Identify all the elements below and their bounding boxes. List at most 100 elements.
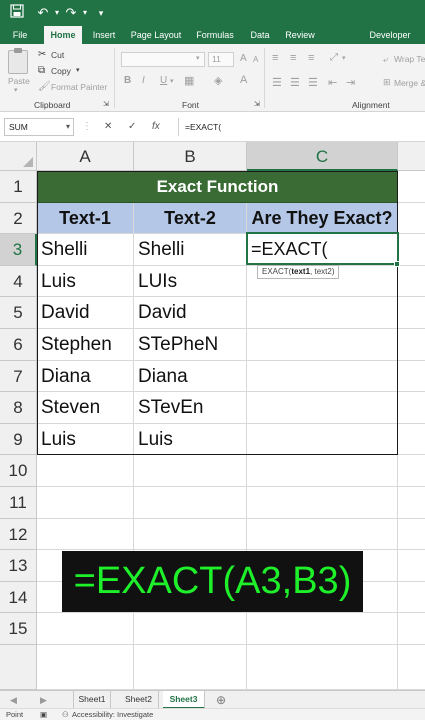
- tab-home[interactable]: Home: [44, 26, 82, 44]
- merge-center-button[interactable]: Merge &: [394, 78, 425, 88]
- font-size-box[interactable]: 11: [208, 52, 234, 67]
- row-header[interactable]: 5: [0, 297, 37, 329]
- cell-c6[interactable]: [247, 329, 398, 361]
- row-header[interactable]: 9: [0, 423, 37, 456]
- cell-a3[interactable]: Shelli: [37, 234, 134, 266]
- align-right-icon[interactable]: ☰: [308, 76, 318, 89]
- customize-toolbar-icon[interactable]: ▾: [92, 4, 110, 22]
- cell[interactable]: [398, 582, 425, 614]
- cell-a5[interactable]: David: [37, 297, 134, 329]
- cell[interactable]: [398, 234, 425, 266]
- cell-a6[interactable]: Stephen: [37, 329, 134, 361]
- cell-c9[interactable]: [247, 423, 398, 456]
- align-left-icon[interactable]: ☰: [272, 76, 282, 89]
- cell[interactable]: [37, 613, 134, 645]
- tab-data[interactable]: Data: [244, 26, 276, 44]
- cell[interactable]: [247, 487, 398, 519]
- header-cell-are-they-exact[interactable]: Are They Exact?: [247, 202, 398, 235]
- tab-formulas[interactable]: Formulas: [190, 26, 240, 44]
- decrease-indent-icon[interactable]: ⇤: [328, 76, 337, 89]
- sheet-tab-sheet1[interactable]: Sheet1: [73, 691, 111, 709]
- cell[interactable]: [398, 424, 425, 456]
- cell[interactable]: [398, 487, 425, 519]
- cell-c5[interactable]: [247, 297, 398, 329]
- formula-input[interactable]: =EXACT(: [178, 118, 422, 136]
- cell-b3[interactable]: Shelli: [134, 234, 247, 266]
- cell[interactable]: [37, 518, 134, 551]
- prev-sheet-icon[interactable]: ◀: [10, 691, 17, 709]
- row-header[interactable]: 10: [0, 455, 37, 487]
- row-header[interactable]: 3: [0, 234, 37, 266]
- cell-a8[interactable]: Steven: [37, 392, 134, 424]
- row-header[interactable]: 1: [0, 171, 37, 203]
- underline-dropdown-icon[interactable]: ▾: [170, 77, 174, 85]
- row-header[interactable]: 12: [0, 518, 37, 551]
- cell[interactable]: [398, 203, 425, 235]
- align-middle-icon[interactable]: ≡: [290, 52, 296, 64]
- header-cell-text-2[interactable]: Text-2: [134, 202, 247, 235]
- cell[interactable]: [37, 645, 134, 690]
- row-header[interactable]: 15: [0, 613, 37, 645]
- column-header-b[interactable]: B: [134, 142, 247, 171]
- tab-page-layout[interactable]: Page Layout: [126, 26, 186, 44]
- tab-file[interactable]: File: [6, 26, 34, 44]
- increase-indent-icon[interactable]: ⇥: [346, 76, 355, 89]
- name-box[interactable]: SUM ▾: [4, 118, 74, 136]
- underline-button[interactable]: U: [160, 75, 167, 86]
- cell-a9[interactable]: Luis: [37, 423, 134, 456]
- cell-c8[interactable]: [247, 392, 398, 424]
- cell-b7[interactable]: Diana: [134, 360, 247, 393]
- row-header[interactable]: 13: [0, 550, 37, 582]
- cell-b8[interactable]: STevEn: [134, 392, 247, 424]
- cell[interactable]: [247, 518, 398, 551]
- row-header[interactable]: 14: [0, 581, 37, 614]
- row-header[interactable]: [0, 645, 37, 690]
- cell[interactable]: [398, 329, 425, 361]
- row-header[interactable]: 2: [0, 202, 37, 235]
- cell-c7[interactable]: [247, 360, 398, 393]
- paste-icon[interactable]: [8, 48, 28, 74]
- cell-a7[interactable]: Diana: [37, 360, 134, 393]
- header-cell-text-1[interactable]: Text-1: [37, 202, 134, 235]
- tab-developer[interactable]: Developer: [360, 26, 420, 44]
- cell[interactable]: [247, 645, 398, 690]
- cut-button[interactable]: Cut: [51, 50, 64, 60]
- title-cell[interactable]: Exact Function: [37, 171, 398, 203]
- function-tooltip[interactable]: EXACT(text1, text2): [257, 265, 340, 279]
- cell[interactable]: [398, 645, 425, 690]
- font-color-icon[interactable]: A: [240, 74, 247, 86]
- cell[interactable]: [398, 171, 425, 203]
- row-header[interactable]: 4: [0, 265, 37, 298]
- cell[interactable]: [398, 550, 425, 582]
- macro-record-icon[interactable]: ▣: [40, 709, 47, 720]
- cell[interactable]: [134, 518, 247, 551]
- insert-function-icon[interactable]: fx: [152, 118, 160, 136]
- row-header[interactable]: 7: [0, 360, 37, 393]
- copy-dropdown-icon[interactable]: ▾: [76, 66, 80, 74]
- cell-b9[interactable]: Luis: [134, 423, 247, 456]
- row-header[interactable]: 11: [0, 487, 37, 519]
- fill-handle[interactable]: [394, 261, 400, 267]
- align-bottom-icon[interactable]: ≡: [308, 52, 314, 64]
- cell-b4[interactable]: LUIs: [134, 265, 247, 298]
- borders-icon[interactable]: ▦: [184, 74, 194, 87]
- cell-b5[interactable]: David: [134, 297, 247, 329]
- cell[interactable]: [398, 361, 425, 393]
- cell-c3-editing[interactable]: =EXACT(: [247, 234, 398, 266]
- align-center-icon[interactable]: ☰: [290, 76, 300, 89]
- font-name-dropdown-icon[interactable]: ▾: [196, 54, 200, 62]
- clipboard-launcher-icon[interactable]: ⇲: [103, 100, 109, 108]
- grow-font-button[interactable]: A: [240, 53, 247, 64]
- shrink-font-button[interactable]: A: [253, 55, 258, 64]
- cell[interactable]: [398, 455, 425, 487]
- column-header-d[interactable]: [398, 142, 425, 171]
- copy-button[interactable]: Copy: [51, 66, 71, 76]
- cell[interactable]: [398, 392, 425, 424]
- next-sheet-icon[interactable]: ▶: [40, 691, 47, 709]
- add-sheet-icon[interactable]: ⊕: [216, 691, 226, 709]
- cell[interactable]: [398, 297, 425, 329]
- cell[interactable]: [398, 266, 425, 298]
- fill-color-icon[interactable]: ◈: [214, 74, 222, 87]
- row-header[interactable]: 8: [0, 392, 37, 424]
- column-header-a[interactable]: A: [37, 142, 134, 171]
